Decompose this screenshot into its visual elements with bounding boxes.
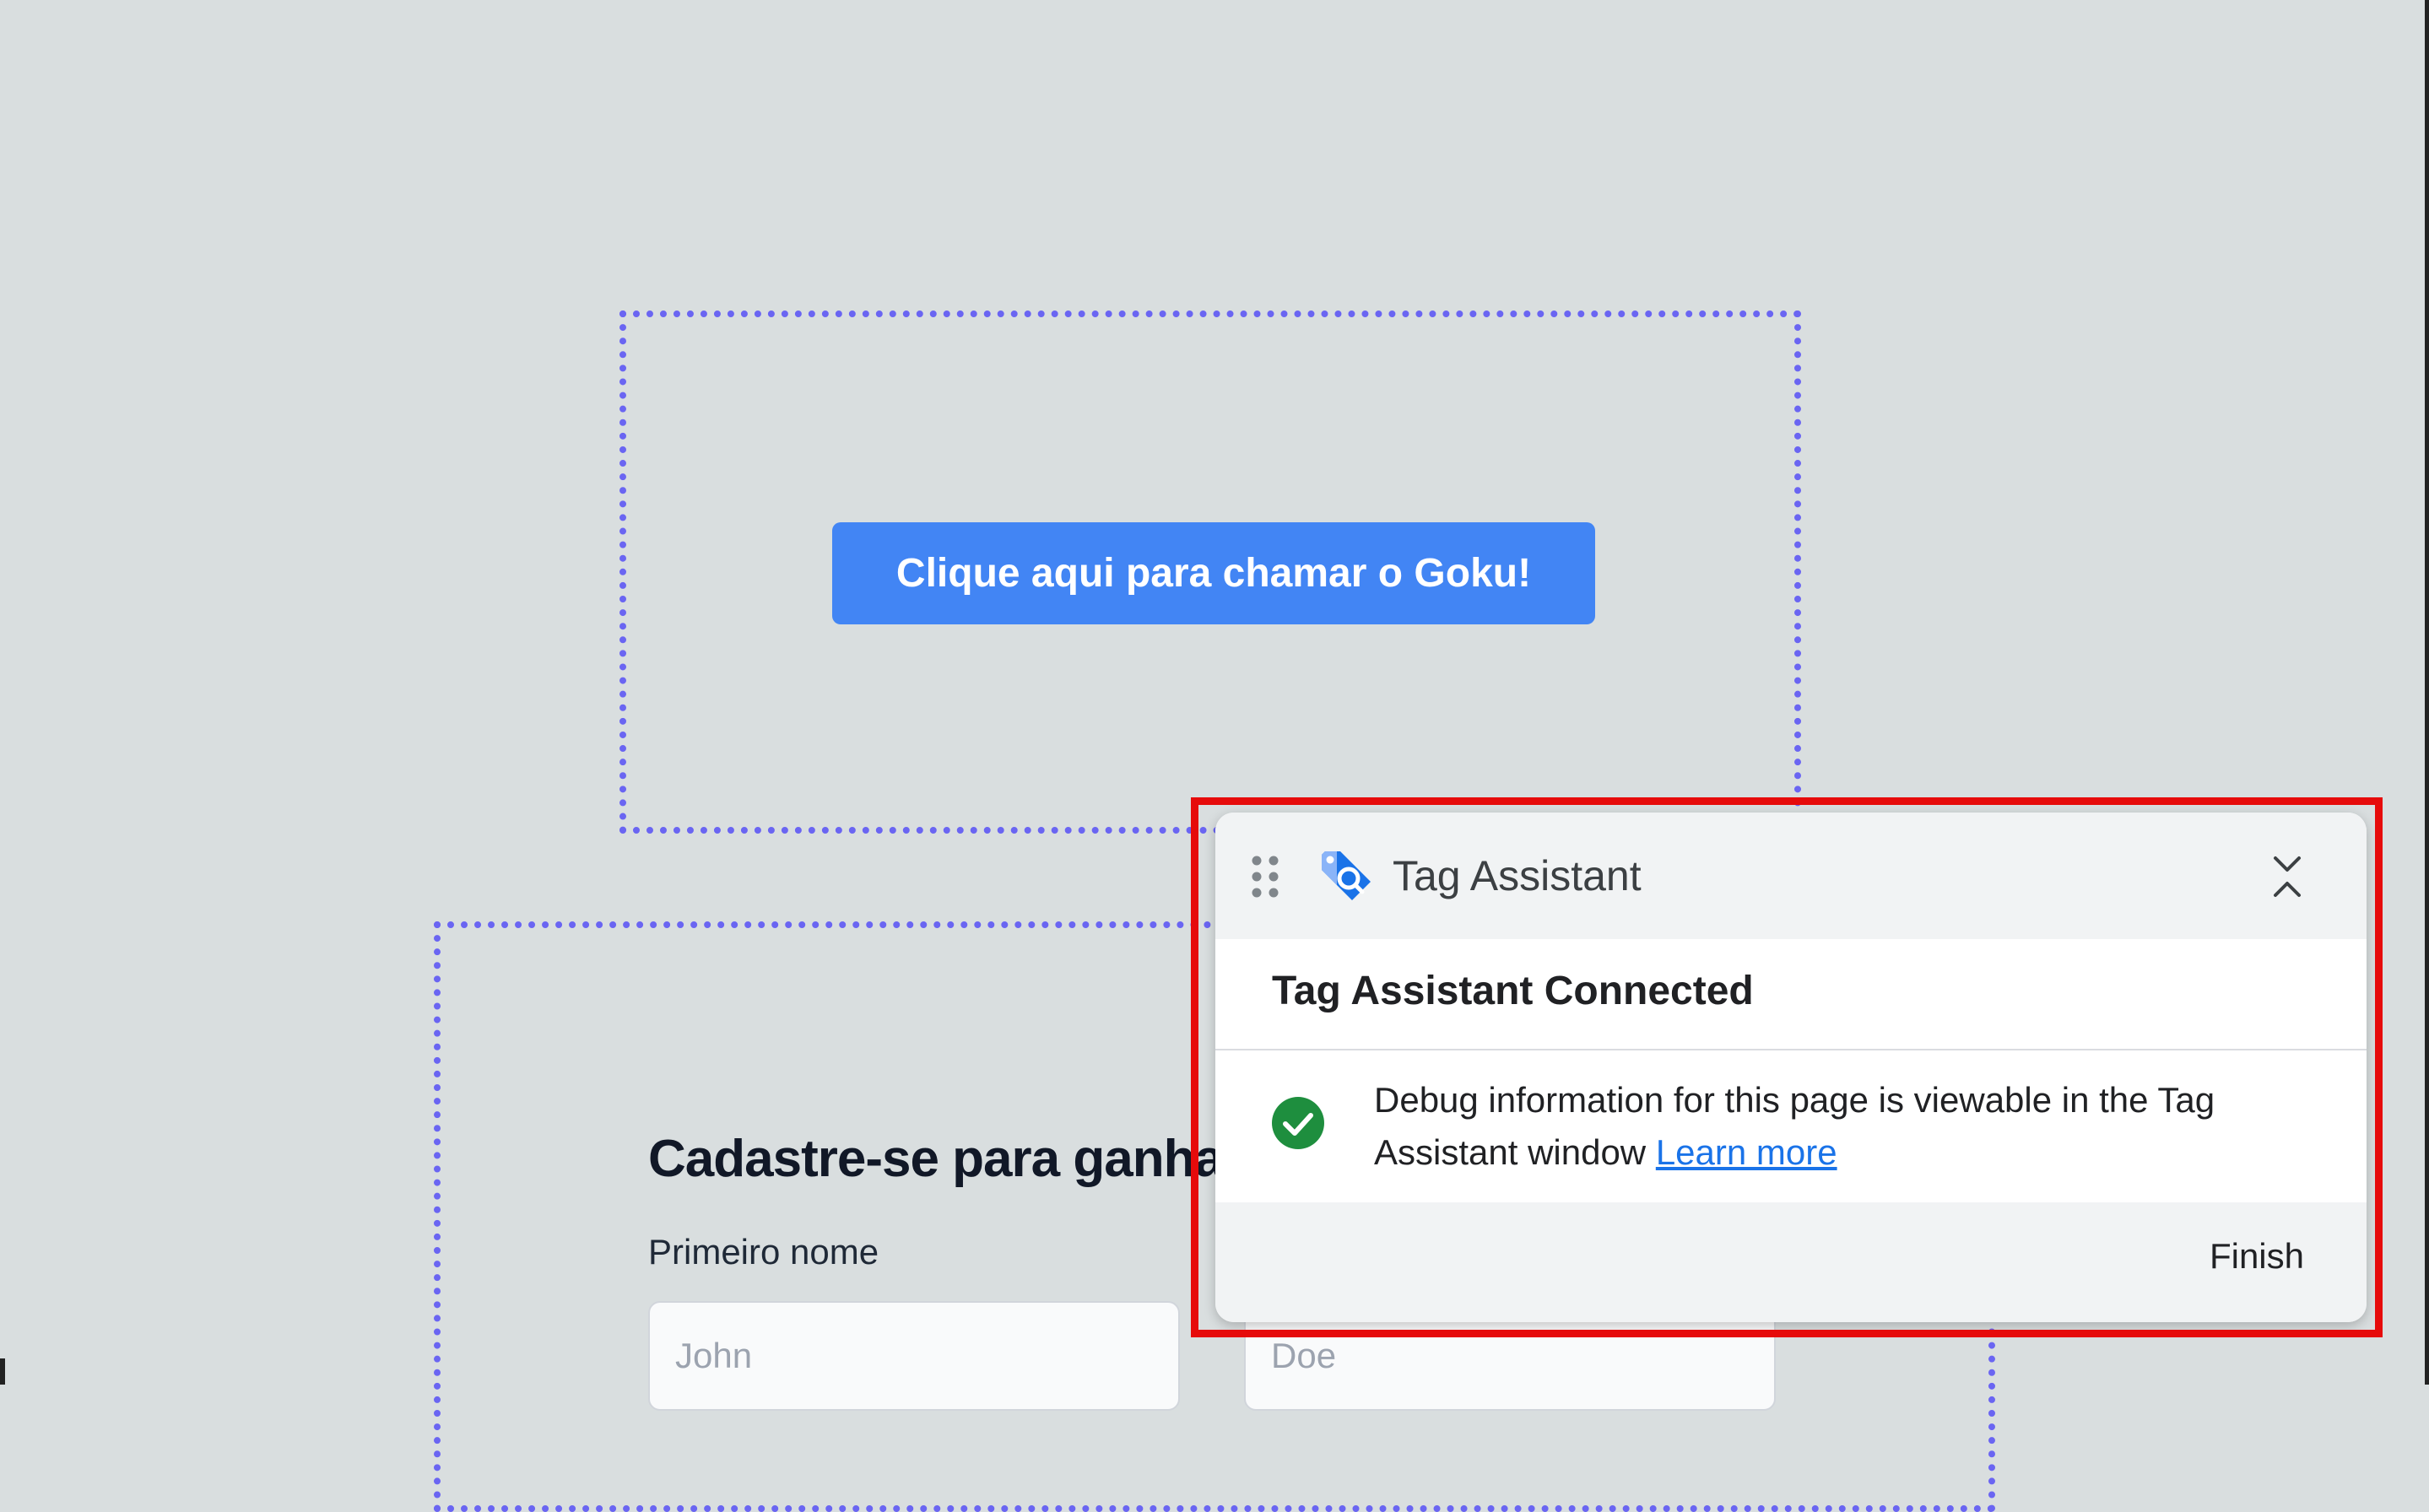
window-edge xyxy=(2425,0,2429,1385)
drag-handle-icon[interactable] xyxy=(1251,855,1279,899)
learn-more-link[interactable]: Learn more xyxy=(1656,1132,1837,1172)
first-name-label: Primeiro nome xyxy=(648,1232,879,1272)
divider xyxy=(1215,1049,2367,1050)
check-circle-icon xyxy=(1271,1096,1325,1150)
connection-status-heading: Tag Assistant Connected xyxy=(1272,969,1754,1013)
panel-title: Tag Assistant xyxy=(1393,852,1642,899)
tag-assistant-logo-icon xyxy=(1318,848,1374,904)
window-edge xyxy=(0,1358,5,1385)
collapse-icon[interactable] xyxy=(2260,850,2314,904)
signup-heading: Cadastre-se para ganha xyxy=(648,1130,1224,1188)
debug-message: Debug information for this page is viewa… xyxy=(1374,1074,2319,1179)
panel-footer: Finish xyxy=(1215,1202,2367,1322)
panel-header: Tag Assistant xyxy=(1215,813,2367,939)
tag-assistant-panel: Tag Assistant Tag Assistant Connected De… xyxy=(1215,813,2367,1322)
finish-button[interactable]: Finish xyxy=(2210,1236,2304,1277)
first-name-input[interactable] xyxy=(648,1301,1180,1411)
call-goku-button[interactable]: Clique aqui para chamar o Goku! xyxy=(832,522,1595,624)
